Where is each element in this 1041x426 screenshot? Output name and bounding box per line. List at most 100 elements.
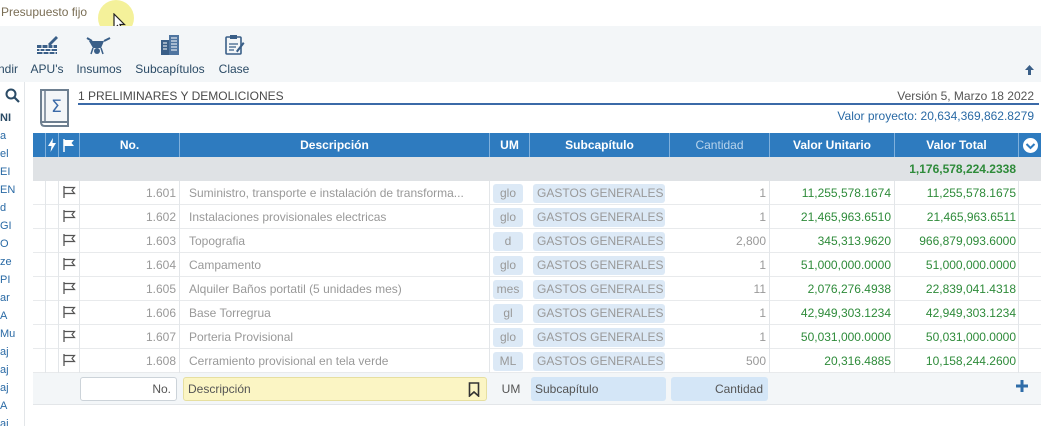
table-row[interactable]: 1.605 Alquiler Baños portatil (5 unidade… <box>33 277 1041 301</box>
row-um[interactable]: glo <box>493 325 523 349</box>
row-subcapitulo[interactable]: GASTOS GENERALES <box>533 349 665 373</box>
table-row[interactable]: 1.604 Campamento glo GASTOS GENERALES 1 … <box>33 253 1041 277</box>
row-descripcion[interactable]: Alquiler Baños portatil (5 unidades mes) <box>189 277 489 301</box>
row-subcapitulo[interactable]: GASTOS GENERALES <box>533 277 665 301</box>
left-item[interactable]: NI <box>0 112 11 124</box>
row-descripcion[interactable]: Topografia <box>189 229 489 253</box>
flag-icon[interactable] <box>63 330 76 342</box>
row-descripcion[interactable]: Instalaciones provisionales electricas <box>189 205 489 229</box>
left-item[interactable]: ar <box>0 292 10 304</box>
table-row[interactable]: 1.608 Cerramiento provisional en tela ve… <box>33 349 1041 373</box>
left-item[interactable]: aj <box>0 382 9 394</box>
row-descripcion[interactable]: Campamento <box>189 253 489 277</box>
row-valor-total: 11,255,578.1675 <box>926 186 1016 200</box>
flag-column-header[interactable] <box>59 133 80 157</box>
row-descripcion[interactable]: Cerramiento provisional en tela verde <box>189 349 489 373</box>
flag-icon[interactable] <box>63 234 76 246</box>
toolbar-subcapitulos-label: Subcapítulos <box>135 62 205 76</box>
column-header-descripcion[interactable]: Descripción <box>180 133 490 157</box>
toolbar-apus-button[interactable]: APU's <box>29 34 65 76</box>
row-valor-unitario: 21,465,963.6510 <box>800 210 891 224</box>
row-cantidad[interactable]: 1 <box>669 301 766 325</box>
row-um[interactable]: glo <box>493 181 523 205</box>
select-column-header[interactable] <box>33 133 46 157</box>
row-subcapitulo[interactable]: GASTOS GENERALES <box>533 205 665 229</box>
row-um[interactable]: mes <box>493 277 523 301</box>
row-no: 1.607 <box>145 330 176 344</box>
row-subcapitulo[interactable]: GASTOS GENERALES <box>533 301 665 325</box>
column-header-valor-unitario[interactable]: Valor Unitario <box>770 133 895 157</box>
row-descripcion[interactable]: Base Torregrua <box>189 301 489 325</box>
toolbar-subcapitulos-button[interactable]: Subcapítulos <box>134 34 206 76</box>
add-row-plus-icon[interactable] <box>1015 379 1029 393</box>
row-descripcion[interactable]: Porteria Provisional <box>189 325 489 349</box>
row-cantidad[interactable]: 1 <box>669 253 766 277</box>
new-um-field[interactable]: UM <box>496 377 526 401</box>
row-cantidad[interactable]: 1 <box>669 181 766 205</box>
left-item[interactable]: d <box>0 202 6 214</box>
arrow-up-icon[interactable] <box>1024 64 1035 76</box>
row-um[interactable]: glo <box>493 253 523 277</box>
toolbar-ndir-button[interactable]: ndir <box>0 34 19 76</box>
left-item[interactable]: A <box>0 310 7 322</box>
left-item[interactable]: Mu <box>0 328 15 340</box>
flag-icon[interactable] <box>63 282 76 294</box>
row-um[interactable]: d <box>493 229 523 253</box>
row-subcapitulo[interactable]: GASTOS GENERALES <box>533 325 665 349</box>
column-header-subcapitulo[interactable]: Subcapítulo <box>530 133 670 157</box>
search-icon[interactable] <box>5 88 20 103</box>
column-header-no[interactable]: No. <box>80 133 180 157</box>
left-item[interactable]: GI <box>0 220 12 232</box>
row-um[interactable]: ML <box>493 349 523 373</box>
new-subcapitulo-select[interactable]: Subcapítulo <box>531 377 666 401</box>
table-row[interactable]: 1.607 Porteria Provisional glo GASTOS GE… <box>33 325 1041 349</box>
row-subcapitulo[interactable]: GASTOS GENERALES <box>533 181 665 205</box>
column-header-um[interactable]: UM <box>490 133 530 157</box>
toolbar: ndir APU's Insumos Subcapítulos Clase <box>0 26 1041 82</box>
table-row[interactable]: 1.603 Topografia d GASTOS GENERALES 2,80… <box>33 229 1041 253</box>
flag-icon[interactable] <box>63 210 76 222</box>
left-item[interactable]: aj <box>0 364 9 376</box>
table-row[interactable]: 1.601 Suministro, transporte e instalaci… <box>33 181 1041 205</box>
row-valor-unitario: 20,316.4885 <box>824 354 891 368</box>
flag-icon[interactable] <box>63 258 76 270</box>
row-um[interactable]: gl <box>493 301 523 325</box>
flag-icon[interactable] <box>63 354 76 366</box>
row-subcapitulo[interactable]: GASTOS GENERALES <box>533 253 665 277</box>
table-row[interactable]: 1.602 Instalaciones provisionales electr… <box>33 205 1041 229</box>
left-item[interactable]: el <box>0 148 9 160</box>
column-header-valor-total[interactable]: Valor Total <box>895 133 1019 157</box>
row-descripcion[interactable]: Suministro, transporte e instalación de … <box>189 181 489 205</box>
left-item[interactable]: aj <box>0 346 9 358</box>
left-item[interactable]: O <box>0 238 9 250</box>
row-cantidad[interactable]: 1 <box>669 325 766 349</box>
row-cantidad[interactable]: 500 <box>669 349 766 373</box>
left-item[interactable]: PI <box>0 274 10 286</box>
bolt-column-header[interactable] <box>46 133 59 157</box>
um-tag: d <box>493 232 523 251</box>
flag-icon[interactable] <box>63 306 76 318</box>
left-item[interactable]: a <box>0 130 6 142</box>
new-cantidad-input[interactable]: Cantidad <box>671 377 768 401</box>
left-item[interactable]: ze <box>0 256 12 268</box>
toolbar-clase-button[interactable]: Clase <box>217 34 251 76</box>
left-item[interactable]: aj <box>0 418 9 426</box>
row-subcapitulo[interactable]: GASTOS GENERALES <box>533 229 665 253</box>
row-cantidad[interactable]: 2,800 <box>669 229 766 253</box>
left-item[interactable]: A <box>0 400 7 412</box>
section-divider <box>78 103 1039 105</box>
column-header-cantidad[interactable]: Cantidad <box>670 133 770 157</box>
left-item[interactable]: EI <box>0 166 10 178</box>
row-um[interactable]: glo <box>493 205 523 229</box>
flag-icon[interactable] <box>63 186 76 198</box>
left-item[interactable]: EN <box>0 184 15 196</box>
new-no-input[interactable]: No. <box>80 377 177 401</box>
row-no: 1.602 <box>145 210 176 224</box>
table-row[interactable]: 1.606 Base Torregrua gl GASTOS GENERALES… <box>33 301 1041 325</box>
row-cantidad[interactable]: 1 <box>669 205 766 229</box>
column-menu-button[interactable] <box>1019 133 1041 157</box>
row-cantidad[interactable]: 11 <box>669 277 766 301</box>
new-descripcion-input[interactable]: Descripción <box>183 377 487 401</box>
bookmark-icon[interactable] <box>468 382 480 397</box>
toolbar-insumos-button[interactable]: Insumos <box>76 34 122 76</box>
